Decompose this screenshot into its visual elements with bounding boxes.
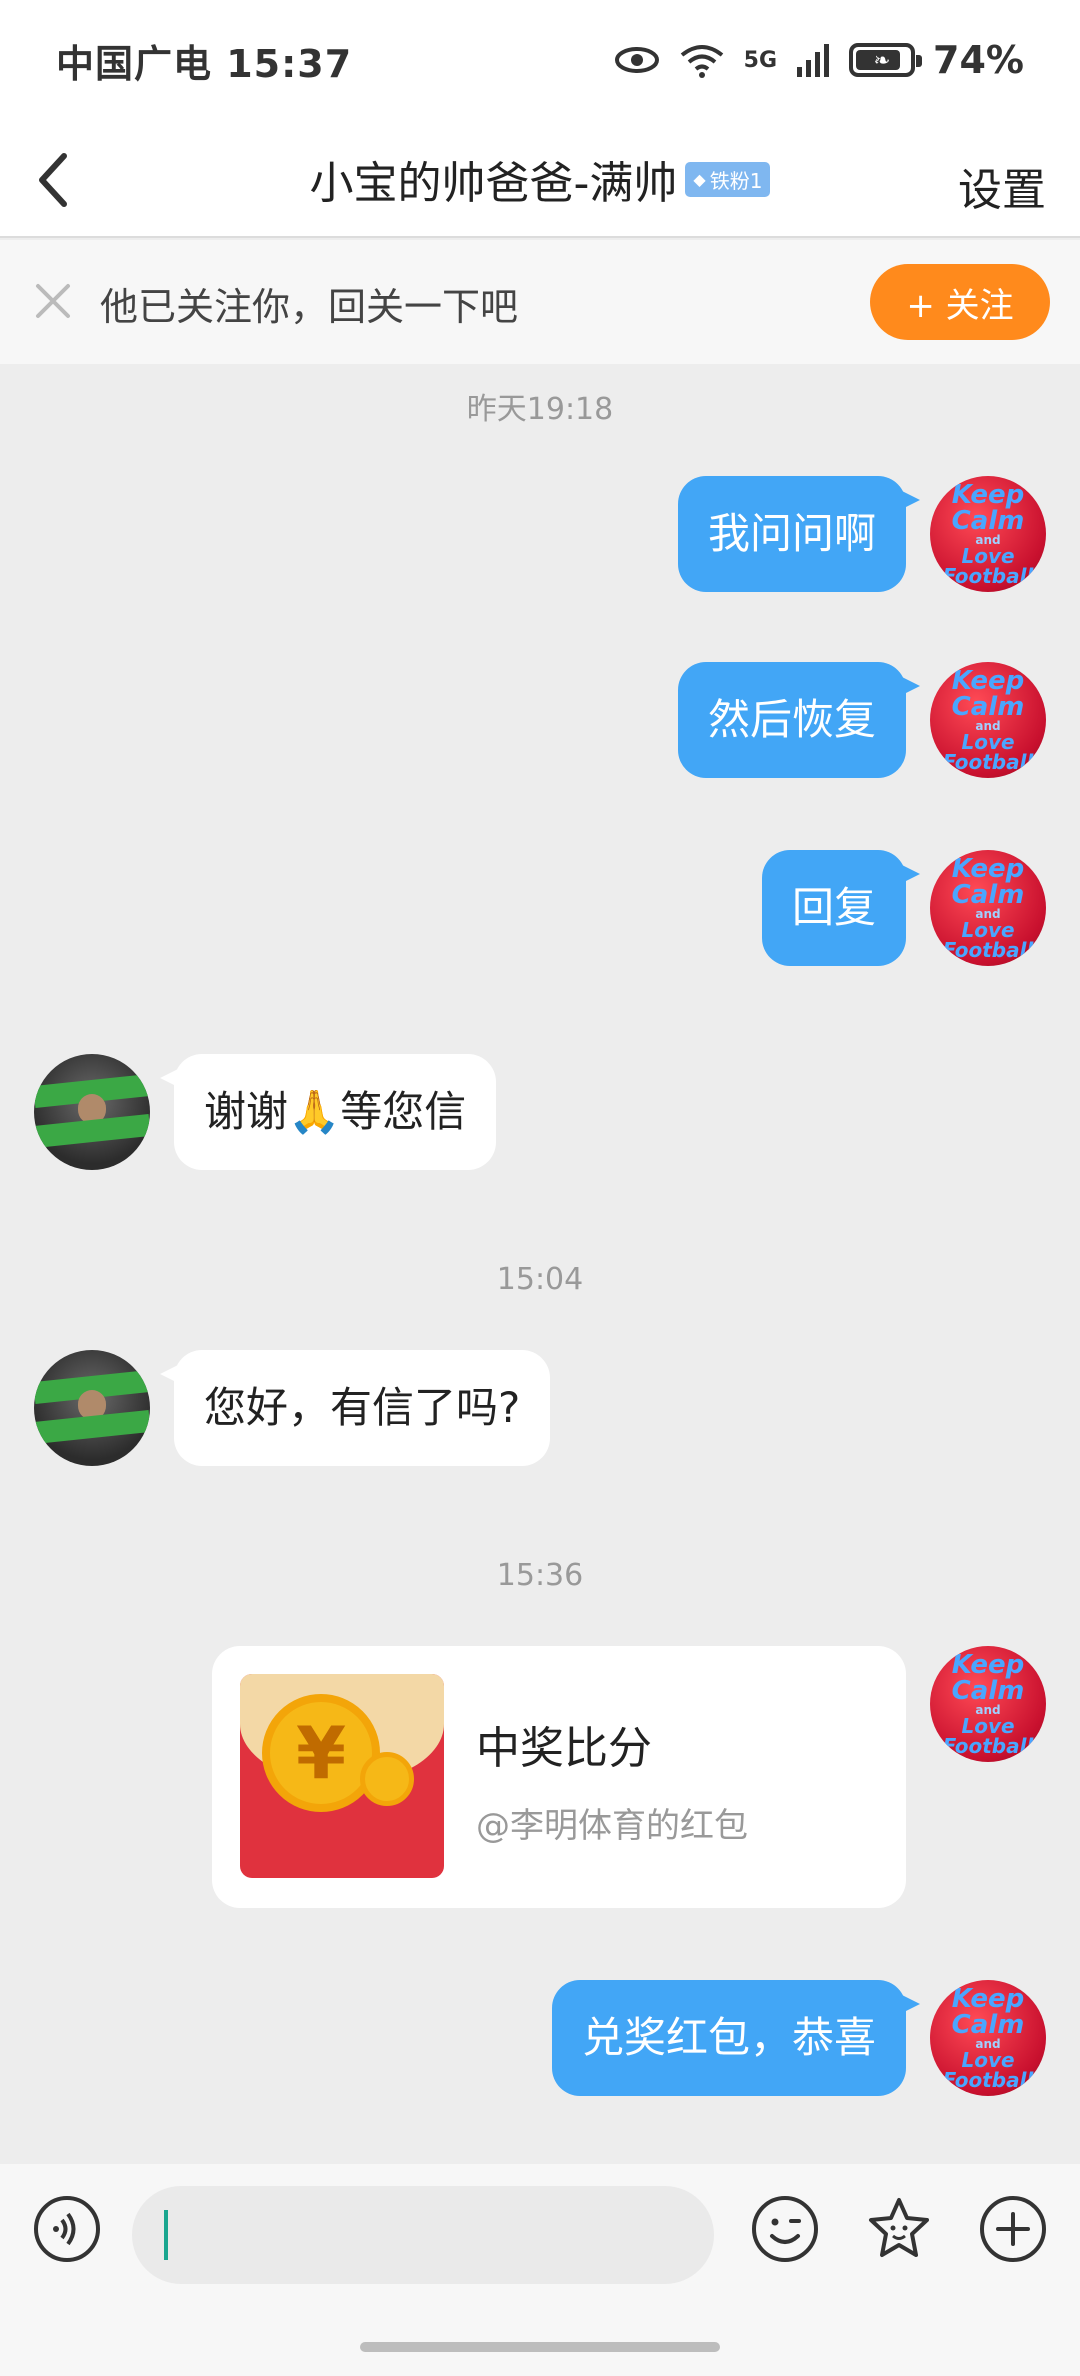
- avatar-text: Calm: [951, 1676, 1025, 1706]
- timestamp: 昨天19:18: [466, 392, 614, 427]
- avatar-text: Keep: [951, 854, 1025, 884]
- eye-icon: [614, 47, 659, 73]
- avatar-text: Keep: [951, 1650, 1025, 1680]
- self-avatar[interactable]: Keep Calm and Love Football: [930, 850, 1046, 966]
- avatar-text: Love: [961, 918, 1015, 942]
- fan-level-label: 铁粉1: [709, 168, 763, 193]
- wifi-icon: [680, 45, 723, 78]
- red-packet-icon: ¥: [240, 1674, 444, 1878]
- avatar-text: Keep: [951, 666, 1025, 696]
- chat-header: 小宝的帅爸爸-满帅 ◆ 铁粉1 设置: [0, 120, 1080, 238]
- fan-level-badge: ◆ 铁粉1: [685, 161, 771, 197]
- outgoing-message[interactable]: 然后恢复: [677, 662, 921, 778]
- avatar-text: Calm: [951, 692, 1025, 722]
- avatar-text: Football: [942, 750, 1034, 774]
- carrier-time: 中国广电 15:37: [56, 41, 353, 86]
- avatar-text: Football: [942, 564, 1034, 588]
- input-bar: [0, 2164, 1080, 2294]
- outgoing-message[interactable]: 兑奖红包，恭喜: [551, 1980, 921, 2096]
- home-indicator: [0, 2294, 1080, 2376]
- avatar-text: Football: [942, 938, 1034, 962]
- avatar-text: Calm: [951, 506, 1025, 536]
- timestamp: 15:04: [496, 1262, 584, 1297]
- avatar-text: Keep: [951, 480, 1025, 510]
- self-avatar[interactable]: Keep Calm and Love Football: [930, 1646, 1046, 1762]
- red-packet-card[interactable]: ¥ 中奖比分 @李明体育的红包: [212, 1646, 906, 1908]
- gesture-bar[interactable]: [360, 2342, 720, 2352]
- outgoing-message[interactable]: 回复: [761, 850, 921, 966]
- red-packet-title: 中奖比分: [476, 1723, 652, 1774]
- follow-prompt-bar: 他已关注你，回关一下吧 + 关注: [0, 240, 1080, 364]
- battery-percent: 74%: [933, 38, 1024, 82]
- self-avatar[interactable]: Keep Calm and Love Football: [930, 1980, 1046, 2096]
- avatar-text: Love: [961, 730, 1015, 754]
- avatar-text: Love: [961, 2048, 1015, 2072]
- follow-prompt-text: 他已关注你，回关一下吧: [100, 285, 519, 329]
- status-bar: 中国广电 15:37 5G ❧ 74%: [0, 0, 1080, 120]
- close-icon[interactable]: [30, 278, 76, 324]
- avatar-text: Love: [961, 544, 1015, 568]
- battery-icon: ❧: [849, 43, 923, 77]
- voice-icon[interactable]: [32, 2194, 102, 2264]
- message-input[interactable]: [132, 2186, 714, 2284]
- incoming-message[interactable]: 您好，有信了吗?: [159, 1350, 551, 1466]
- signal-icon: [797, 44, 830, 77]
- status-icons: 5G ❧ 74%: [614, 38, 1024, 82]
- contact-avatar[interactable]: [34, 1350, 150, 1466]
- text-caret: [164, 2210, 168, 2260]
- timestamp: 15:36: [496, 1558, 584, 1593]
- settings-button[interactable]: 设置: [958, 154, 1046, 218]
- follow-back-button[interactable]: + 关注: [870, 264, 1050, 340]
- outgoing-message[interactable]: 我问问啊: [677, 476, 921, 592]
- diamond-icon: ◆: [693, 169, 706, 189]
- emoji-icon[interactable]: [750, 2194, 820, 2264]
- sticker-icon[interactable]: [864, 2194, 934, 2264]
- network-type-label: 5G: [743, 47, 778, 73]
- avatar-text: Love: [961, 1714, 1015, 1738]
- add-icon[interactable]: [978, 2194, 1048, 2264]
- avatar-text: Calm: [951, 880, 1025, 910]
- avatar-text: Keep: [951, 1984, 1025, 2014]
- self-avatar[interactable]: Keep Calm and Love Football: [930, 662, 1046, 778]
- title-wrap: 小宝的帅爸爸-满帅 ◆ 铁粉1: [0, 120, 1080, 238]
- incoming-message[interactable]: 谢谢🙏等您信: [159, 1054, 497, 1170]
- self-avatar[interactable]: Keep Calm and Love Football: [930, 476, 1046, 592]
- avatar-text: Calm: [951, 2010, 1025, 2040]
- contact-avatar[interactable]: [34, 1054, 150, 1170]
- contact-name[interactable]: 小宝的帅爸爸-满帅: [310, 147, 678, 211]
- red-packet-subtitle: @李明体育的红包: [476, 1806, 748, 1846]
